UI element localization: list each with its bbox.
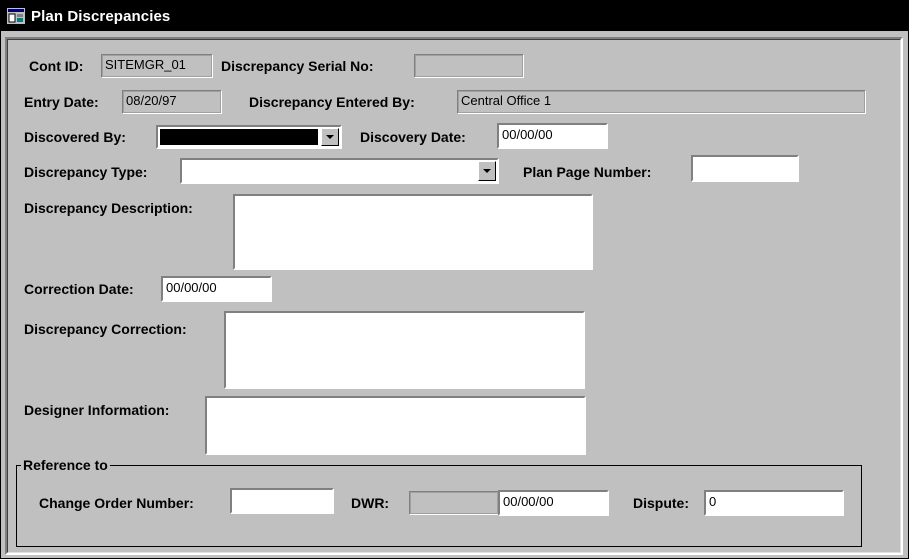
- designer-information-label: Designer Information:: [24, 402, 170, 418]
- dwr-label: DWR:: [351, 495, 390, 511]
- discrepancy-type-dropdown[interactable]: [180, 158, 499, 184]
- plan-page-number-input[interactable]: [691, 155, 799, 182]
- discrepancy-correction-textarea[interactable]: [224, 311, 585, 389]
- title-bar[interactable]: Plan Discrepancies: [1, 1, 908, 31]
- change-order-number-label: Change Order Number:: [39, 495, 194, 511]
- correction-date-input[interactable]: 00/00/00: [161, 276, 272, 302]
- discrepancy-serial-no-label: Discrepancy Serial No:: [221, 58, 374, 74]
- app-window-icon: [7, 8, 25, 24]
- discrepancy-description-textarea[interactable]: [233, 194, 593, 270]
- discrepancy-entered-by-label: Discrepancy Entered By:: [249, 94, 415, 110]
- dwr-date-input[interactable]: 00/00/00: [498, 490, 609, 516]
- correction-date-label: Correction Date:: [24, 281, 134, 297]
- dispute-input[interactable]: 0: [704, 490, 844, 516]
- cont-id-field: SITEMGR_01: [101, 54, 213, 78]
- discrepancy-type-dropdown-button[interactable]: [478, 161, 496, 181]
- plan-discrepancies-window: Plan Discrepancies Cont ID: SITEMGR_01 D…: [0, 0, 909, 559]
- discovery-date-label: Discovery Date:: [360, 129, 466, 145]
- plan-page-number-label: Plan Page Number:: [523, 164, 652, 180]
- window-title: Plan Discrepancies: [31, 7, 171, 25]
- discrepancy-entered-by-field: Central Office 1: [457, 90, 866, 114]
- discrepancy-serial-no-field: [414, 54, 524, 78]
- chevron-down-icon: [326, 135, 334, 139]
- discovered-by-dropdown[interactable]: [156, 125, 342, 149]
- reference-group-title: Reference to: [21, 456, 110, 474]
- chevron-down-icon: [483, 169, 491, 173]
- discrepancy-description-label: Discrepancy Description:: [24, 200, 193, 216]
- designer-information-textarea[interactable]: [205, 396, 586, 455]
- discrepancy-type-label: Discrepancy Type:: [24, 164, 148, 180]
- change-order-number-input[interactable]: [230, 488, 334, 514]
- entry-date-label: Entry Date:: [24, 94, 99, 110]
- entry-date-field: 08/20/97: [122, 90, 222, 114]
- discrepancy-correction-label: Discrepancy Correction:: [24, 321, 187, 337]
- cont-id-label: Cont ID:: [29, 58, 84, 74]
- dwr-field: [409, 491, 499, 515]
- discovery-date-input[interactable]: 00/00/00: [497, 123, 608, 149]
- dispute-label: Dispute:: [633, 495, 689, 511]
- discovered-by-label: Discovered By:: [24, 129, 126, 145]
- discovered-by-dropdown-button[interactable]: [321, 128, 339, 146]
- discovered-by-selection: [160, 129, 318, 145]
